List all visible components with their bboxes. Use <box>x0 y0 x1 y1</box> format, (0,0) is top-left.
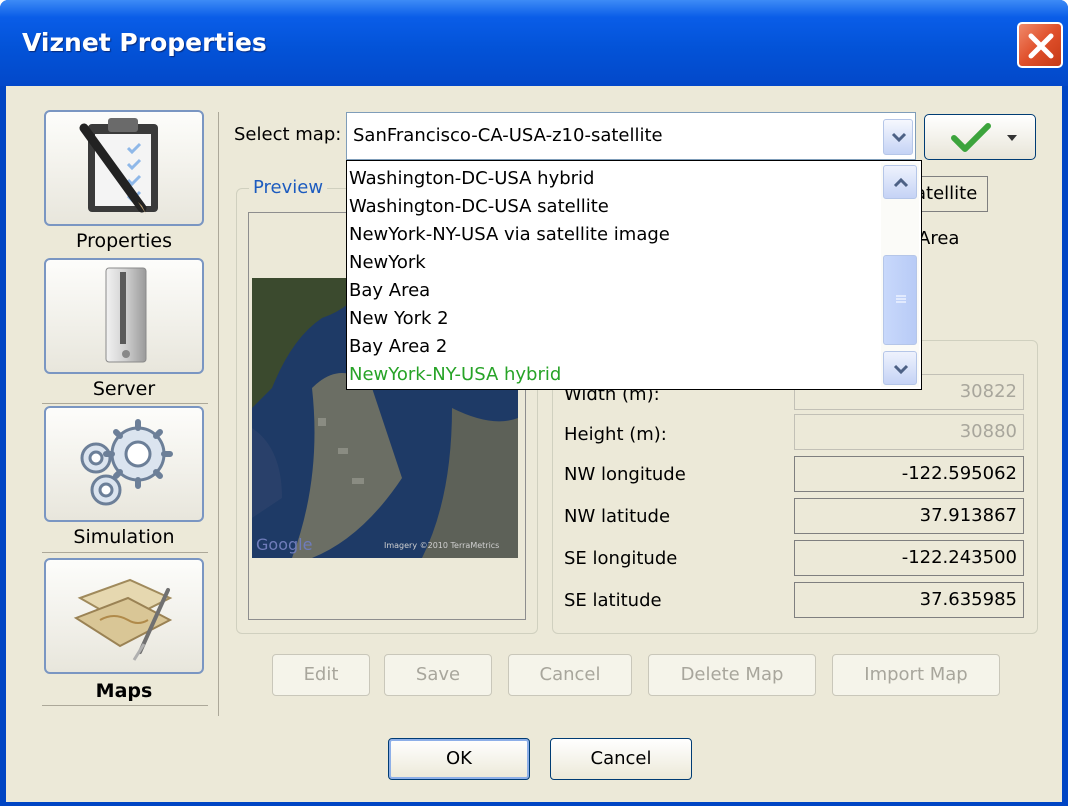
nav-maps-label: Maps <box>95 680 153 702</box>
select-map-dropdown[interactable]: SanFrancisco-CA-USA-z10-satellite <box>346 112 916 160</box>
nav-server-label: Server <box>92 378 156 400</box>
maps-icon <box>73 578 173 661</box>
se-latitude-field[interactable]: 37.635985 <box>794 582 1024 618</box>
list-item[interactable]: New York 2 <box>349 305 449 333</box>
close-icon <box>1028 33 1054 59</box>
list-item[interactable]: Washington-DC-USA hybrid <box>349 165 594 193</box>
nw-longitude-field[interactable]: -122.595062 <box>794 456 1024 492</box>
nav-properties-label: Properties <box>75 230 173 252</box>
se-longitude-label: SE longitude <box>564 548 678 569</box>
map-options-list[interactable]: Washington-DC-USA hybrid Washington-DC-U… <box>346 160 922 390</box>
dropdown-scrollbar[interactable] <box>881 163 919 387</box>
close-button[interactable] <box>1017 22 1063 68</box>
dialog-window: Viznet Properties Properties Server Simu… <box>0 0 1068 806</box>
ok-button[interactable]: OK <box>388 738 530 780</box>
se-longitude-field[interactable]: -122.243500 <box>794 540 1024 576</box>
chevron-down-icon <box>893 364 909 375</box>
list-item[interactable]: Bay Area <box>349 277 430 305</box>
cancel-button[interactable]: Cancel <box>550 738 692 780</box>
server-tower-icon <box>105 267 147 363</box>
delete-map-button[interactable]: Delete Map <box>648 654 816 696</box>
list-item[interactable]: Washington-DC-USA satellite <box>349 193 609 221</box>
checkmark-icon <box>951 123 991 152</box>
list-item[interactable]: Bay Area 2 <box>349 333 447 361</box>
height-field: 30880 <box>794 414 1024 450</box>
dropdown-arrow-button[interactable] <box>883 119 913 155</box>
cancel-edit-button[interactable]: Cancel <box>508 654 632 696</box>
nav-server-button[interactable] <box>44 258 204 374</box>
preview-title: Preview <box>249 177 328 198</box>
grip-icon <box>896 295 906 303</box>
imagery-credit: Imagery ©2010 TerraMetrics <box>384 541 499 550</box>
height-label: Height (m): <box>564 424 667 445</box>
list-item-highlighted[interactable]: NewYork-NY-USA hybrid <box>349 361 561 389</box>
nav-properties-button[interactable] <box>44 110 204 226</box>
nw-latitude-label: NW latitude <box>564 506 671 527</box>
se-latitude-label: SE latitude <box>564 590 662 611</box>
chevron-down-icon <box>891 132 907 143</box>
window-title: Viznet Properties <box>22 28 267 57</box>
scroll-down-button[interactable] <box>883 351 917 385</box>
select-map-label: Select map: <box>234 124 342 145</box>
nw-longitude-label: NW longitude <box>564 464 686 485</box>
caret-down-icon <box>1007 135 1017 141</box>
nw-latitude-field[interactable]: 37.913867 <box>794 498 1024 534</box>
nav-simulation-label: Simulation <box>73 526 175 548</box>
list-item[interactable]: NewYork <box>349 249 426 277</box>
area-label: Area <box>918 228 960 249</box>
save-button[interactable]: Save <box>384 654 492 696</box>
scroll-thumb[interactable] <box>883 255 917 345</box>
chevron-up-icon <box>893 177 909 188</box>
scroll-up-button[interactable] <box>883 165 917 199</box>
title-bar[interactable]: Viznet Properties <box>0 0 1068 86</box>
clipboard-pen-icon <box>79 118 158 214</box>
satellite-tab[interactable]: atellite <box>912 176 988 212</box>
nav-simulation-button[interactable] <box>44 406 204 522</box>
nav-maps-button[interactable] <box>44 558 204 674</box>
google-watermark: Google <box>256 535 312 554</box>
edit-button[interactable]: Edit <box>272 654 370 696</box>
select-map-value: SanFrancisco-CA-USA-z10-satellite <box>353 125 663 146</box>
gears-icon <box>80 419 173 506</box>
apply-map-button[interactable] <box>924 114 1036 160</box>
import-map-button[interactable]: Import Map <box>832 654 1000 696</box>
list-item[interactable]: NewYork-NY-USA via satellite image <box>349 221 670 249</box>
